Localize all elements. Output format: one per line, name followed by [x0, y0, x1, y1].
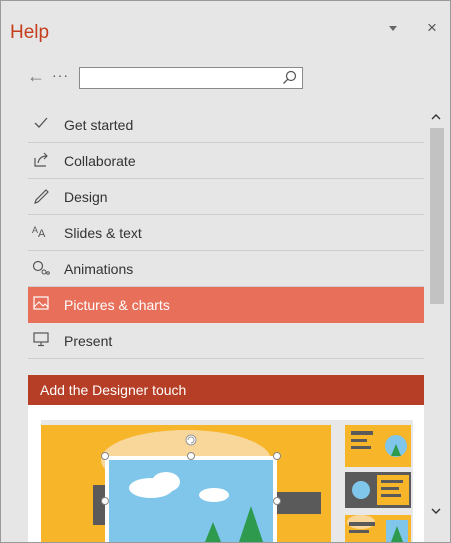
pane-options-dropdown-icon[interactable]	[389, 26, 397, 31]
share-icon	[32, 152, 50, 170]
card-title: Add the Designer touch	[28, 375, 424, 405]
close-pane-button[interactable]: ×	[427, 18, 437, 38]
checkmark-icon	[32, 116, 50, 134]
topic-label: Pictures & charts	[64, 297, 170, 313]
search-field[interactable]	[79, 67, 303, 89]
topic-slides-text[interactable]: AA Slides & text	[28, 215, 424, 251]
topic-design[interactable]: Design	[28, 179, 424, 215]
topic-label: Get started	[64, 117, 134, 133]
topic-present[interactable]: Present	[28, 323, 424, 359]
scrollbar-thumb[interactable]	[430, 128, 444, 304]
topic-label: Design	[64, 189, 108, 205]
pane-title-bar: Help ×	[1, 1, 450, 59]
monitor-icon	[32, 332, 50, 350]
help-pane: Help × ← ··· Get started Collaborate Des…	[0, 0, 451, 543]
topic-get-started[interactable]: Get started	[28, 107, 424, 143]
topic-collaborate[interactable]: Collaborate	[28, 143, 424, 179]
font-size-icon: AA	[32, 224, 50, 242]
back-button[interactable]: ←	[27, 67, 45, 85]
topic-label: Collaborate	[64, 153, 136, 169]
animation-icon	[32, 260, 50, 278]
scroll-up-arrow-icon[interactable]	[430, 111, 442, 123]
topic-label: Slides & text	[64, 225, 142, 241]
designer-illustration	[41, 420, 413, 542]
search-icon[interactable]	[282, 70, 297, 85]
topic-pictures-charts[interactable]: Pictures & charts	[28, 287, 424, 323]
designer-card[interactable]: Add the Designer touch	[28, 375, 424, 542]
topic-label: Animations	[64, 261, 134, 277]
topic-animations[interactable]: Animations	[28, 251, 424, 287]
scroll-down-arrow-icon[interactable]	[430, 505, 442, 517]
help-topic-list: Get started Collaborate Design AA Slides…	[28, 107, 424, 359]
pane-title: Help	[10, 22, 50, 43]
more-options-button[interactable]: ···	[52, 67, 69, 83]
svg-text:A: A	[38, 228, 46, 240]
pen-icon	[32, 188, 50, 206]
topic-label: Present	[64, 333, 113, 349]
picture-icon	[32, 296, 50, 314]
